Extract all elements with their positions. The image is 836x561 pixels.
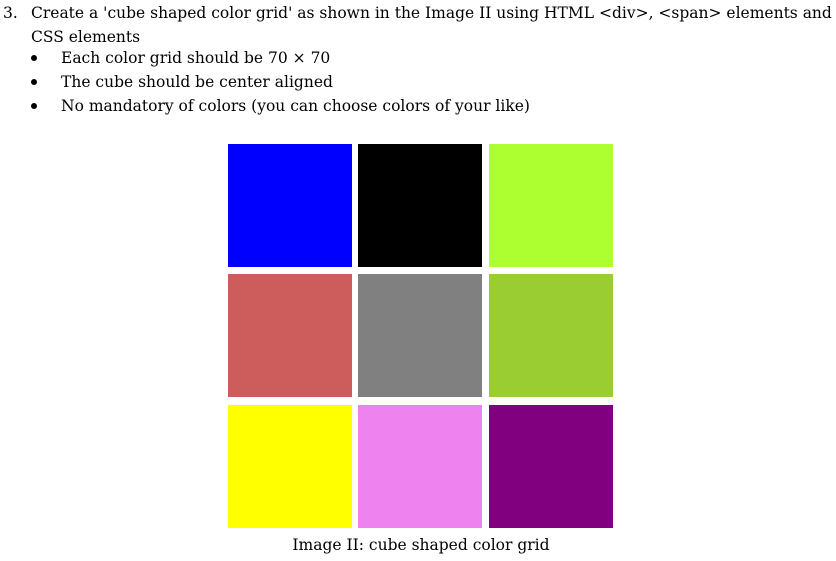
grid-cell-violet — [358, 405, 482, 528]
bullet-text: No mandatory of colors (you can choose c… — [61, 97, 530, 115]
grid-cell-blue — [228, 144, 352, 267]
grid-cell-greenyellow — [489, 144, 613, 267]
bullet-text: The cube should be center aligned — [61, 73, 333, 91]
grid-cell-black — [358, 144, 482, 267]
question-block: 3. Create a 'cube shaped color grid' as … — [0, 0, 836, 130]
bullet-icon — [31, 79, 37, 85]
grid-cell-yellow — [228, 405, 352, 528]
question-number: 3. — [3, 4, 18, 22]
grid-cell-yellowgreen — [489, 274, 613, 397]
color-grid — [228, 144, 614, 529]
bullet-icon — [31, 103, 37, 109]
image-caption: Image II: cube shaped color grid — [292, 536, 550, 554]
grid-cell-gray — [358, 274, 482, 397]
question-text: Create a 'cube shaped color grid' as sho… — [31, 4, 832, 46]
grid-cell-indianred — [228, 274, 352, 397]
grid-cell-purple — [489, 405, 613, 528]
bullet-icon — [31, 55, 37, 61]
bullet-text: Each color grid should be 70 × 70 — [61, 49, 331, 67]
